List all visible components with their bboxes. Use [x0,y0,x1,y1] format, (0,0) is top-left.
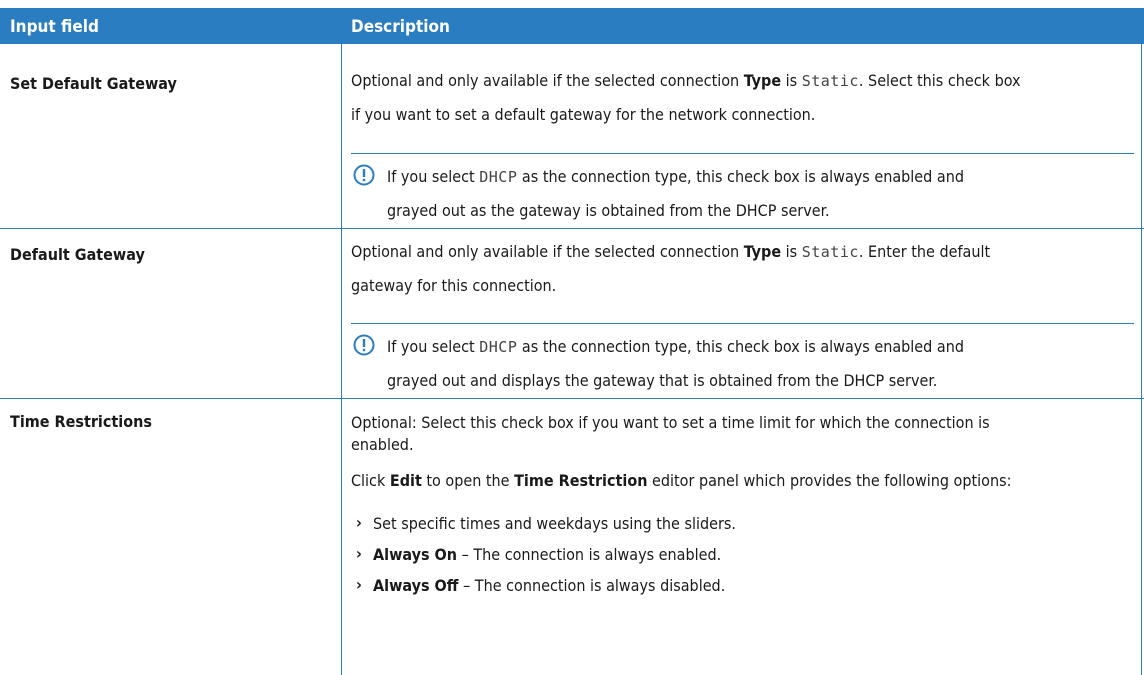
note-rule [351,323,1134,324]
column-divider [341,44,342,675]
desc-line-2: if you want to set a default gateway for… [351,105,816,124]
field-time-restrictions: Time Restrictions [10,412,152,431]
field-set-default-gateway: Set Default Gateway [10,74,177,93]
field-default-gateway: Default Gateway [10,245,145,264]
table-right-border [1141,44,1142,675]
desc-time-restrictions: Optional: Select this check box if you w… [351,412,1137,492]
row-separator [0,228,1144,229]
table-header: Input field Description [0,8,1144,44]
chevron-right-icon: › [356,575,362,594]
row-separator [0,398,1144,399]
desc-set-default-gateway: Optional and only available if the selec… [351,64,1137,131]
desc-line-2: gateway for this connection. [351,276,557,295]
desc-paragraph-2: Click Edit to open the Time Restriction … [351,471,1012,490]
chevron-right-icon: › [356,513,362,532]
note-rule [351,153,1134,154]
note-text: If you select DHCP as the connection typ… [387,167,964,220]
exclamation-circle-icon [353,334,375,356]
desc-line-1: Optional and only available if the selec… [351,242,991,261]
desc-default-gateway: Optional and only available if the selec… [351,235,1137,302]
header-description: Description [351,17,450,37]
header-input-field: Input field [10,17,99,37]
desc-line-1: Optional and only available if the selec… [351,71,1021,90]
note-text: If you select DHCP as the connection typ… [387,337,964,390]
exclamation-circle-icon [353,164,375,186]
chevron-right-icon: › [356,544,362,563]
